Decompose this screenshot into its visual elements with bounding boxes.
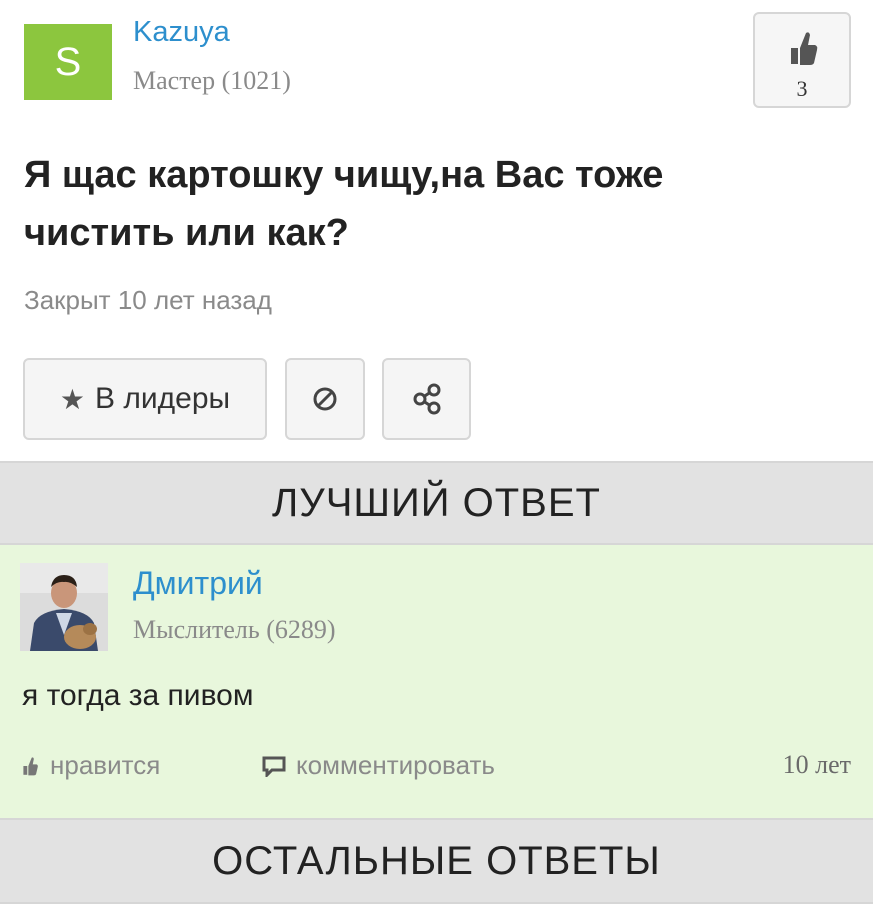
answer-author-name-link[interactable]: Дмитрий bbox=[133, 565, 263, 602]
star-icon: ★ bbox=[59, 383, 86, 415]
thumbs-up-icon bbox=[791, 32, 818, 65]
answer-author-rank: Мыслитель (6289) bbox=[133, 615, 336, 644]
block-icon bbox=[313, 387, 337, 411]
share-icon bbox=[413, 383, 440, 415]
other-answers-header: ОСТАЛЬНЫЕ ОТВЕТЫ bbox=[0, 818, 873, 904]
like-vote-button[interactable]: 3 bbox=[753, 12, 851, 108]
author-avatar[interactable]: S bbox=[24, 24, 112, 100]
comment-button[interactable]: комментировать bbox=[262, 750, 495, 781]
comment-label: комментировать bbox=[296, 750, 495, 780]
author-name-link[interactable]: Kazuya bbox=[133, 16, 230, 49]
vote-count: 3 bbox=[796, 76, 808, 101]
answer-text: я тогда за пивом bbox=[22, 679, 254, 712]
report-button[interactable] bbox=[285, 358, 365, 440]
like-label: нравится bbox=[50, 750, 161, 780]
thumbs-up-icon bbox=[23, 756, 38, 775]
share-button[interactable] bbox=[382, 358, 471, 440]
best-answer-header: ЛУЧШИЙ ОТВЕТ bbox=[0, 461, 873, 545]
answer-author-avatar[interactable] bbox=[20, 563, 108, 651]
to-leaders-label: В лидеры bbox=[95, 382, 231, 415]
to-leaders-button[interactable]: ★ В лидеры bbox=[23, 358, 267, 440]
comment-icon bbox=[262, 756, 286, 777]
person-photo-icon bbox=[20, 563, 108, 651]
author-rank: Мастер (1021) bbox=[133, 66, 291, 95]
question-title: Я щас картошку чищу,на Вас тоже чистить … bbox=[24, 154, 664, 254]
answer-time: 10 лет bbox=[782, 750, 851, 779]
question-status: Закрыт 10 лет назад bbox=[24, 285, 272, 315]
best-answer-card: Дмитрий Мыслитель (6289) я тогда за пиво… bbox=[0, 545, 873, 818]
question-card: S Kazuya Мастер (1021) 3 Я щас картошку … bbox=[0, 0, 873, 462]
like-answer-button[interactable]: нравится bbox=[20, 750, 160, 781]
